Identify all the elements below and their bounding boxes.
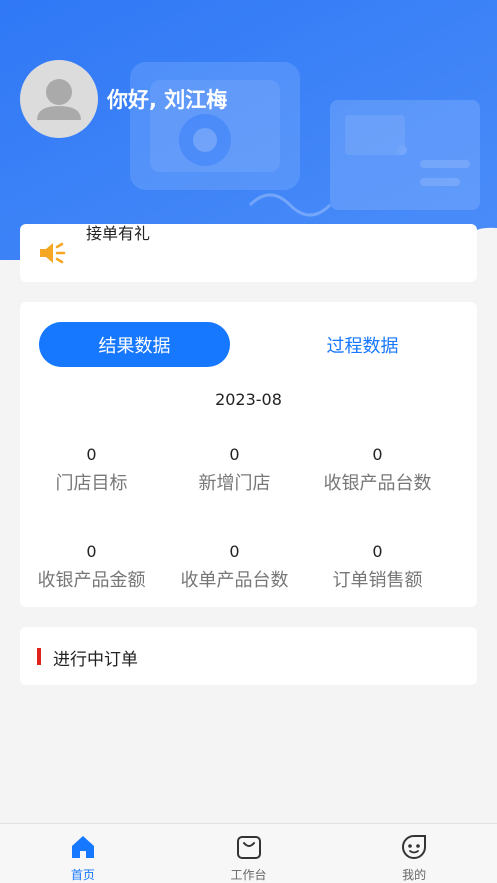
metric-label: 收银产品金额 [37, 570, 146, 591]
avatar[interactable] [20, 60, 98, 138]
tab-label: 我的 [402, 868, 427, 882]
metric-label: 收银产品台数 [323, 473, 432, 494]
tab-process-data[interactable]: 过程数据 [267, 322, 458, 367]
metrics-row-2: 0 收银产品金额 0 收单产品台数 0 订单销售额 [20, 542, 477, 592]
user-silhouette-icon [37, 79, 81, 120]
metric-value: 0 [86, 542, 97, 561]
home-icon [68, 832, 98, 862]
section-title: 进行中订单 [53, 650, 138, 670]
metrics-row-1: 0 门店目标 0 新增门店 0 收银产品台数 [20, 445, 477, 495]
section-accent-bar [37, 648, 41, 665]
metric-acquiring-units: 0 收单产品台数 [163, 542, 306, 592]
ongoing-orders-section[interactable]: 进行中订单 [20, 627, 477, 685]
metric-value: 0 [229, 542, 240, 561]
tab-label: 首页 [70, 868, 95, 882]
metric-label: 订单销售额 [332, 570, 423, 591]
notice-text: 接单有礼 [86, 224, 151, 243]
metric-value: 0 [86, 445, 97, 464]
tab-mine[interactable]: 我的 [331, 824, 497, 883]
bag-icon [234, 832, 264, 862]
megaphone-icon [38, 240, 68, 266]
metric-label: 新增门店 [198, 473, 271, 494]
metric-value: 0 [229, 445, 240, 464]
profile-header: 你好, 刘江梅 [0, 0, 497, 260]
metric-order-sales: 0 订单销售额 [306, 542, 449, 592]
metric-value: 0 [372, 445, 383, 464]
greeting-text: 你好, 刘江梅 [107, 88, 228, 112]
metric-cashier-amount: 0 收银产品金额 [20, 542, 163, 592]
period-label[interactable]: 2023-08 [20, 390, 477, 409]
metric-label: 收单产品台数 [180, 570, 289, 591]
tab-workbench[interactable]: 工作台 [166, 824, 332, 883]
metric-new-stores: 0 新增门店 [163, 445, 306, 495]
metric-value: 0 [372, 542, 383, 561]
face-icon [399, 832, 429, 862]
metric-store-target: 0 门店目标 [20, 445, 163, 495]
tab-label: 工作台 [230, 868, 267, 882]
metric-cashier-units: 0 收银产品台数 [306, 445, 449, 495]
metric-label: 门店目标 [55, 473, 128, 494]
tab-home[interactable]: 首页 [0, 824, 166, 883]
bottom-tab-bar: 首页 工作台 我的 [0, 823, 497, 883]
stats-card: 结果数据 过程数据 2023-08 0 门店目标 0 新增门店 0 收银产品台数… [20, 302, 477, 607]
notice-banner[interactable]: 接单有礼 [20, 224, 477, 282]
tab-result-data[interactable]: 结果数据 [39, 322, 230, 367]
